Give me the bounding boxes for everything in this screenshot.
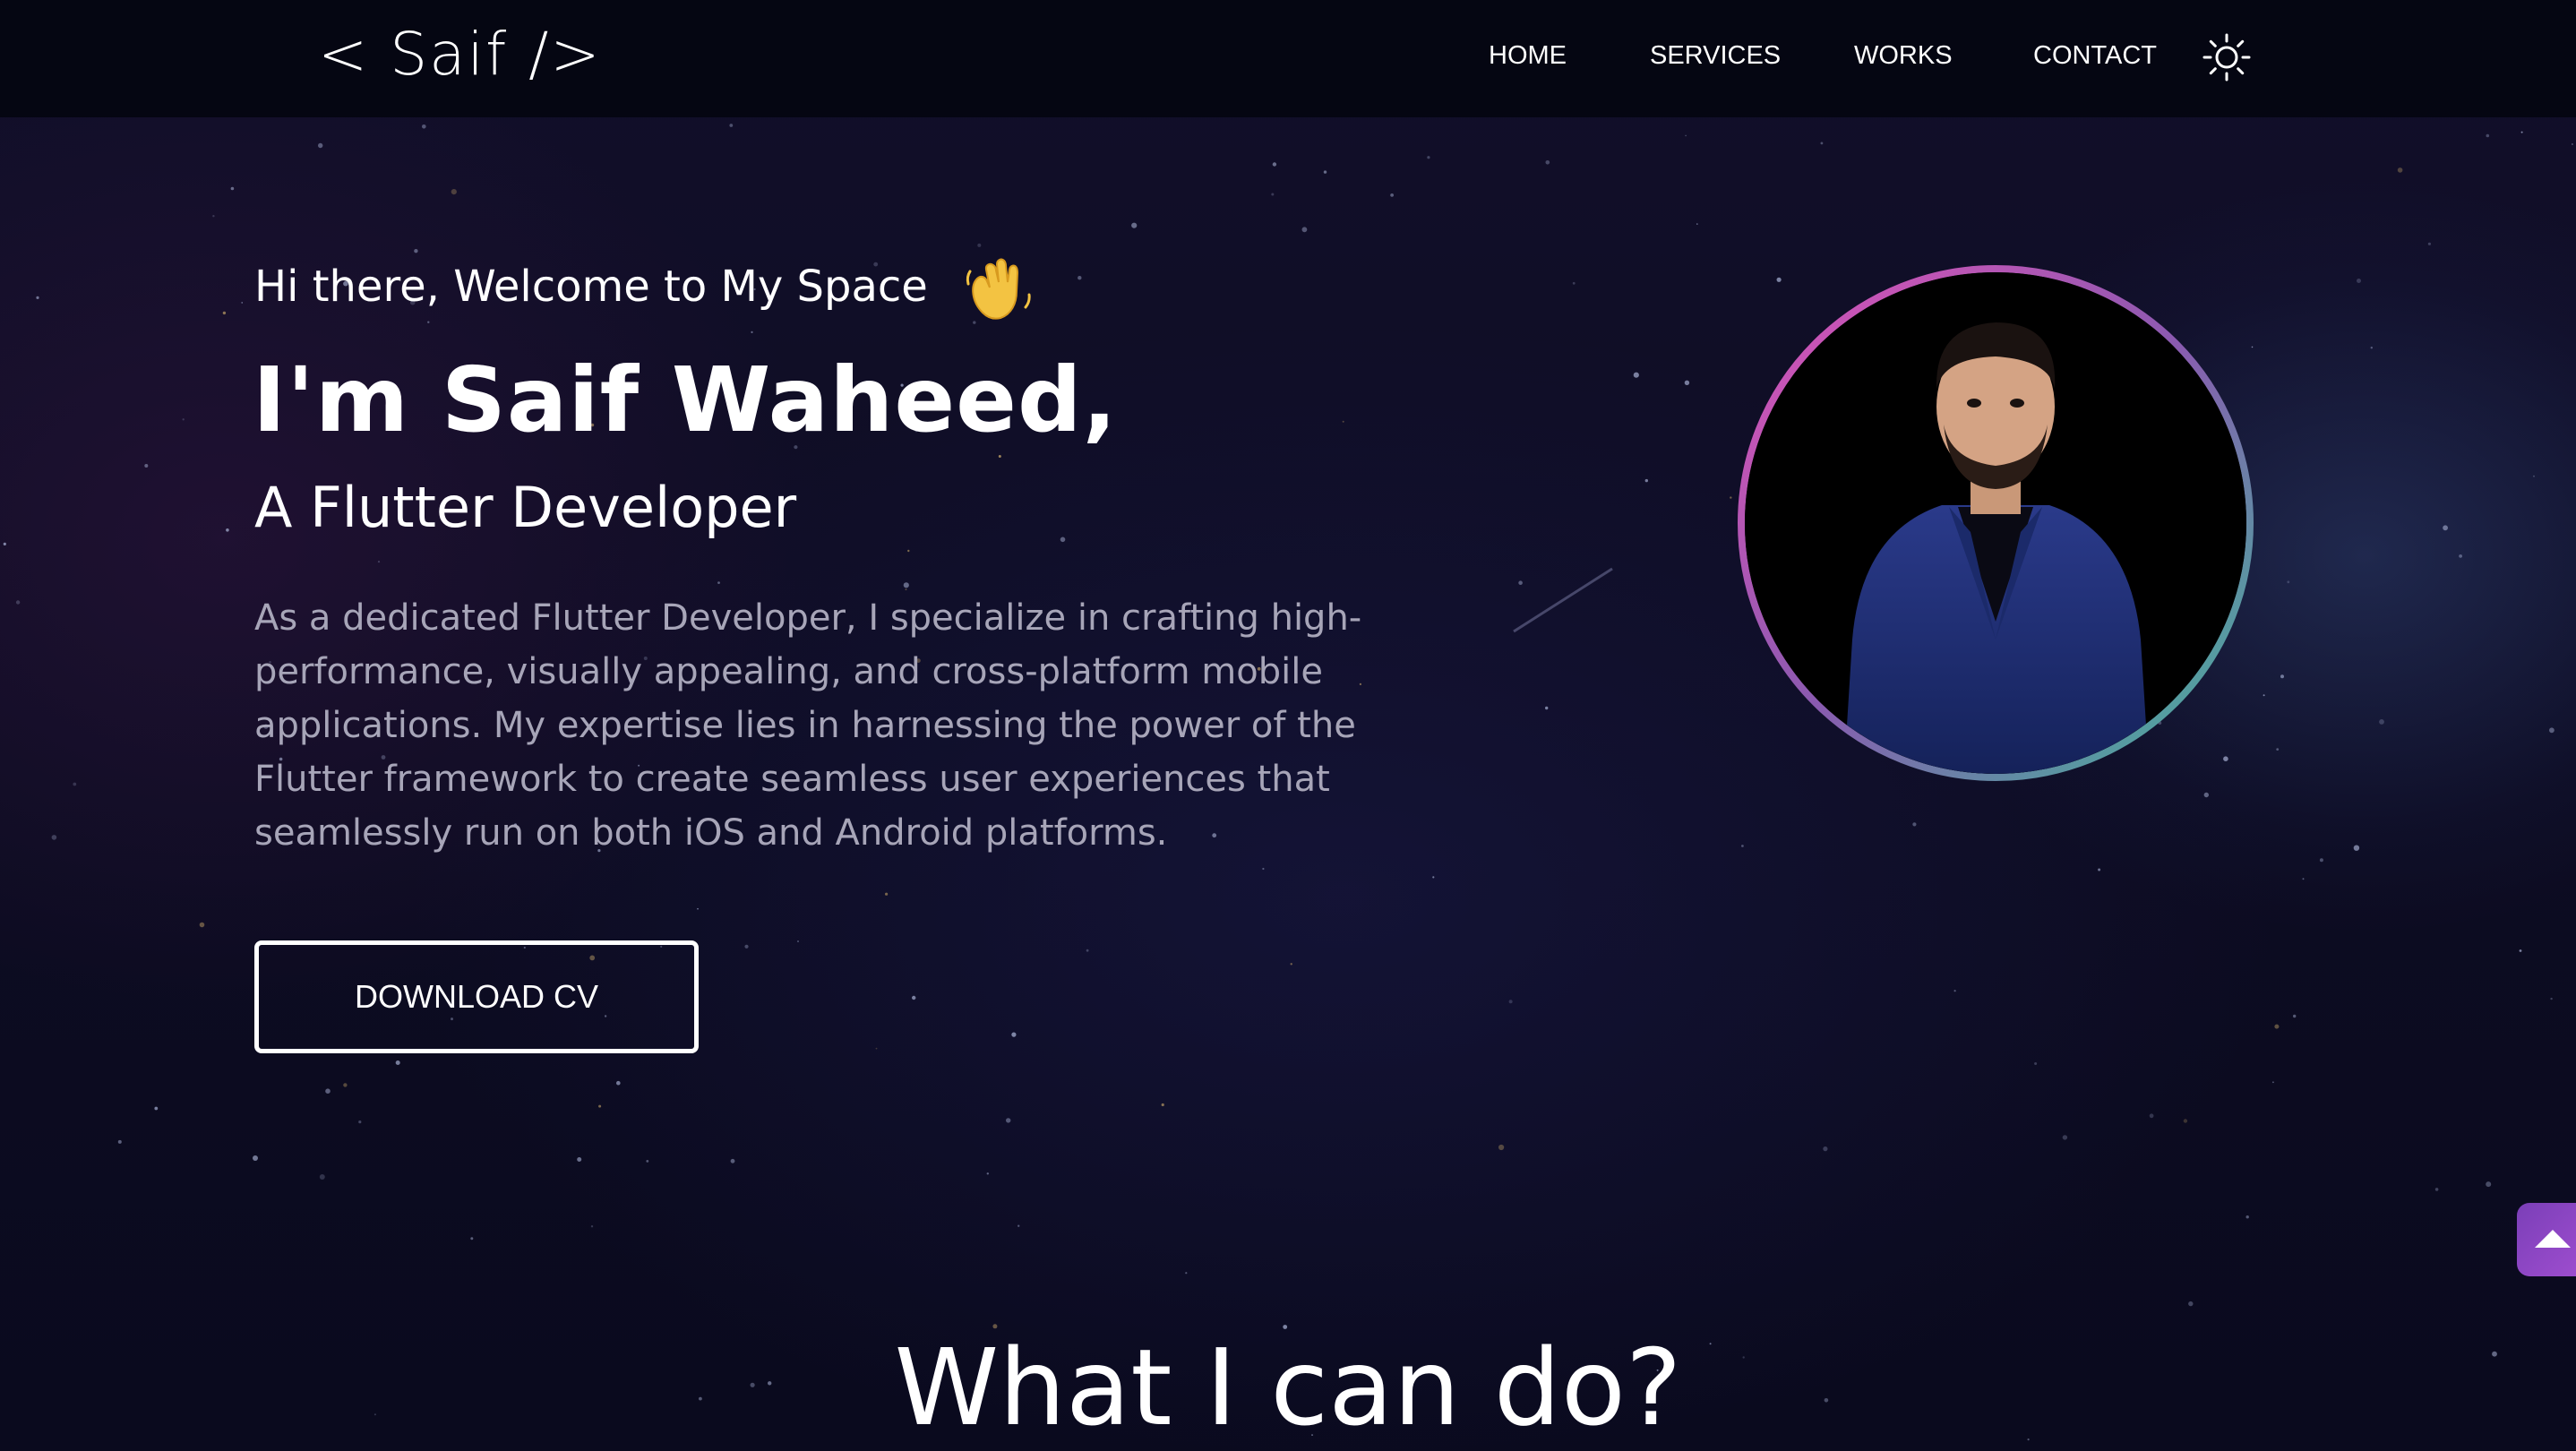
hero-headline: I'm Saif Waheed, [253, 348, 1118, 452]
sun-icon [2202, 33, 2251, 82]
hero-bio: As a dedicated Flutter Developer, I spec… [254, 597, 1362, 854]
navbar: < Saif /> HOME SERVICES WORKS CONTACT [0, 0, 2576, 117]
greeting-text: Hi there, Welcome to My Space [254, 262, 928, 312]
profile-photo [1738, 265, 2254, 781]
theme-toggle-button[interactable] [2202, 32, 2252, 82]
arrow-up-icon [2535, 1230, 2571, 1248]
nav-contact[interactable]: CONTACT [2033, 41, 2157, 71]
nav-home[interactable]: HOME [1489, 41, 1567, 71]
site-logo[interactable]: < Saif /> [318, 20, 602, 89]
services-title: What I can do? [894, 1326, 1682, 1449]
download-cv-button[interactable]: DOWNLOAD CV [254, 940, 699, 1053]
nav-services[interactable]: SERVICES [1650, 41, 1781, 71]
waving-hand-icon [966, 258, 1031, 320]
nav-works[interactable]: WORKS [1854, 41, 1953, 71]
scroll-to-top-button[interactable] [2517, 1203, 2576, 1276]
hero-role: A Flutter Developer [254, 475, 797, 540]
